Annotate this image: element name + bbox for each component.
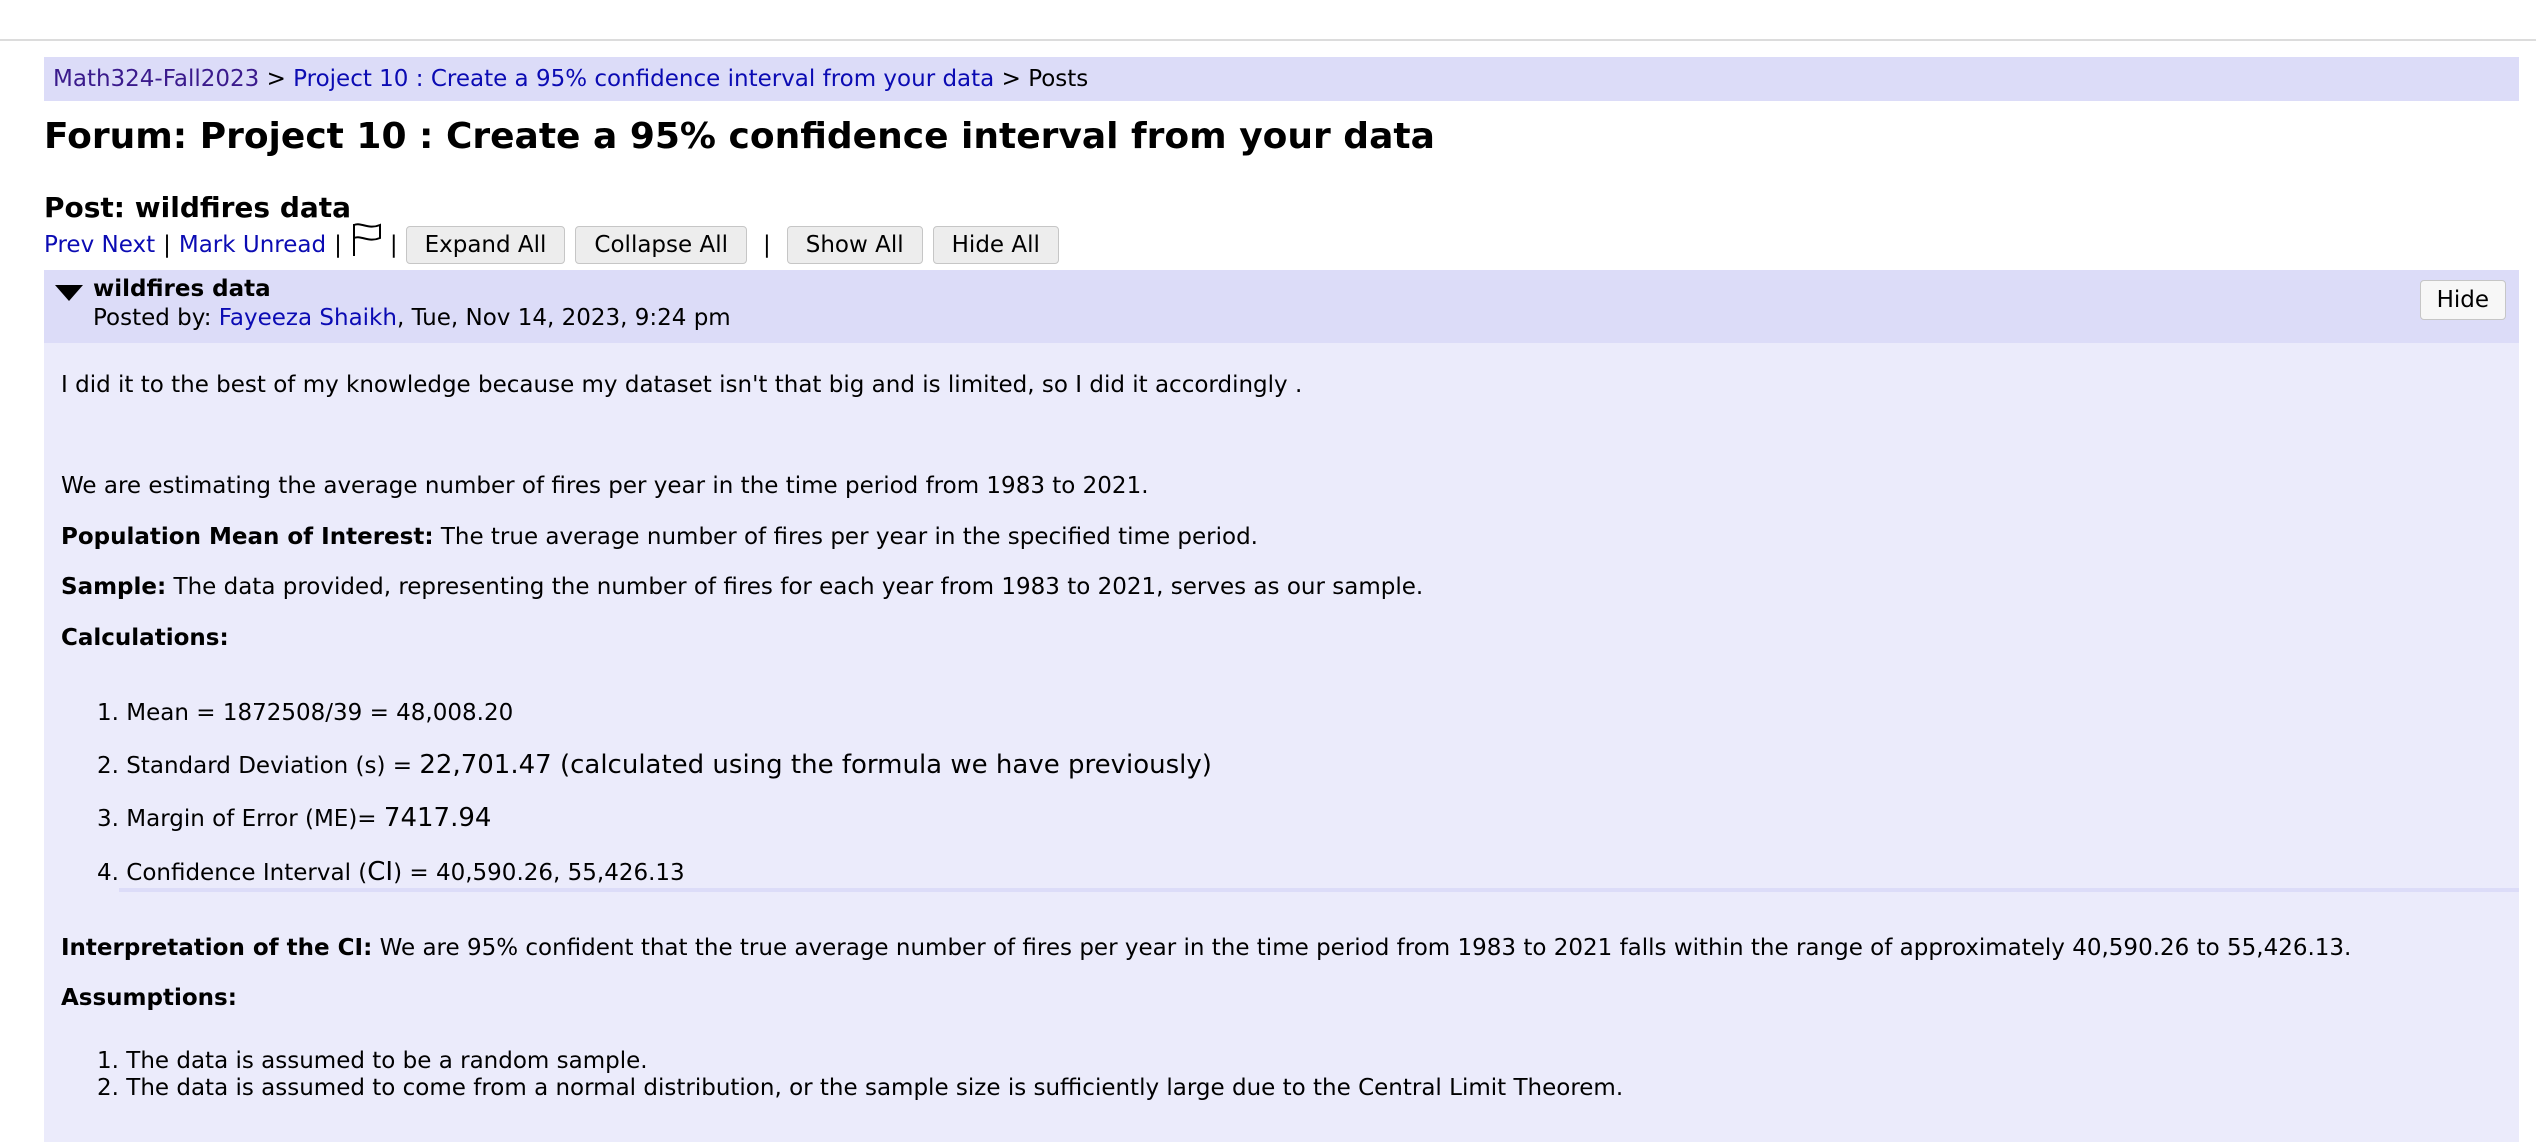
list-number: 1. <box>97 700 119 726</box>
calc-text-large: 7417.94 <box>383 803 492 833</box>
assumptions-label: Assumptions: <box>61 985 237 1011</box>
post-intro: I did it to the best of my knowledge bec… <box>61 372 1303 398</box>
posted-by-label: Posted by: <box>93 305 212 331</box>
sample-label: Sample: <box>61 574 167 600</box>
show-all-button[interactable]: Show All <box>786 226 923 264</box>
toolbar-separator: | <box>163 232 171 258</box>
interpretation-text: We are 95% confident that the true avera… <box>372 935 2352 961</box>
breadcrumb-separator: > <box>266 66 286 92</box>
breadcrumb: Math324-Fall2023 > Project 10 : Create a… <box>44 57 2519 101</box>
author-link[interactable]: Fayeeza Shaikh <box>219 305 397 331</box>
calc-text: Margin of Error (ME)= <box>126 806 384 832</box>
hide-all-button[interactable]: Hide All <box>932 226 1059 264</box>
prev-link[interactable]: Prev <box>44 232 94 258</box>
breadcrumb-separator: > <box>1001 66 1021 92</box>
post-header: wildfires data Posted by: Fayeeza Shaikh… <box>44 270 2519 343</box>
population-mean-paragraph: Population Mean of Interest: The true av… <box>61 522 1258 552</box>
toolbar-separator: | <box>763 232 771 258</box>
flag-icon[interactable] <box>352 222 382 258</box>
top-divider <box>0 39 2536 41</box>
sample-text: The data provided, representing the numb… <box>166 574 1424 600</box>
list-number: 3. <box>97 806 119 832</box>
population-mean-text: The true average number of fires per yea… <box>433 524 1258 550</box>
calculations-label: Calculations: <box>61 625 229 651</box>
breadcrumb-course-link[interactable]: Math324-Fall2023 <box>53 66 259 92</box>
interpretation-label: Interpretation of the CI: <box>61 935 373 961</box>
collapse-all-button[interactable]: Collapse All <box>575 226 747 264</box>
list-number: 2. <box>97 1075 119 1101</box>
calc-text: ) = 40,590.26, 55,426.13 <box>393 860 685 886</box>
post-date: , Tue, Nov 14, 2023, 9:24 pm <box>396 305 731 331</box>
calc-text: Standard Deviation (s) = <box>126 753 420 779</box>
calc-item-1: 1. Mean = 1872508/39 = 48,008.20 <box>97 698 513 728</box>
breadcrumb-forum-link[interactable]: Project 10 : Create a 95% confidence int… <box>293 66 994 92</box>
forum-title: Forum: Project 10 : Create a 95% confide… <box>44 116 1435 157</box>
next-link[interactable]: Next <box>102 232 156 258</box>
expand-all-button[interactable]: Expand All <box>405 226 566 264</box>
mark-unread-link[interactable]: Mark Unread <box>179 232 326 258</box>
toolbar-separator: | <box>334 232 342 258</box>
breadcrumb-current: Posts <box>1028 66 1089 92</box>
post-subject: wildfires data <box>93 276 271 302</box>
sample-paragraph: Sample: The data provided, representing … <box>61 572 1423 602</box>
calculations-heading: Calculations: <box>61 623 229 653</box>
assumption-item-1: 1. The data is assumed to be a random sa… <box>97 1046 648 1076</box>
calc-text-large: CI <box>367 857 394 887</box>
calc-item-3: 3. Margin of Error (ME)= 7417.94 <box>97 803 491 834</box>
list-number: 2. <box>97 753 119 779</box>
calc-item-2: 2. Standard Deviation (s) = 22,701.47 (c… <box>97 750 1212 781</box>
post-toolbar: Prev Next | Mark Unread | | Expand All C… <box>44 222 1069 266</box>
calc-text-large: 22,701.47 (calculated using the formula … <box>419 750 1212 780</box>
toolbar-separator: | <box>389 232 398 258</box>
post-title: Post: wildfires data <box>44 191 352 224</box>
triangle-down-icon[interactable] <box>54 283 84 303</box>
list-number: 4. <box>97 860 119 886</box>
estimating-paragraph: We are estimating the average number of … <box>61 473 1149 499</box>
assumption-text: The data is assumed to come from a norma… <box>126 1075 1624 1101</box>
post-meta: Posted by: Fayeeza Shaikh, Tue, Nov 14, … <box>93 303 731 333</box>
assumption-text: The data is assumed to be a random sampl… <box>126 1048 648 1074</box>
interpretation-paragraph: Interpretation of the CI: We are 95% con… <box>61 933 2351 963</box>
calc-text: Confidence Interval ( <box>126 860 368 886</box>
hide-post-button[interactable]: Hide <box>2419 280 2506 320</box>
assumptions-heading: Assumptions: <box>61 983 237 1013</box>
assumption-item-2: 2. The data is assumed to come from a no… <box>97 1073 1623 1103</box>
calc-item-4: 4. Confidence Interval (CI) = 40,590.26,… <box>97 857 685 888</box>
post-container: wildfires data Posted by: Fayeeza Shaikh… <box>44 270 2519 1142</box>
reply-thread-divider <box>119 888 2519 892</box>
calc-text: Mean = 1872508/39 = 48,008.20 <box>126 700 514 726</box>
population-mean-label: Population Mean of Interest: <box>61 524 434 550</box>
list-number: 1. <box>97 1048 119 1074</box>
